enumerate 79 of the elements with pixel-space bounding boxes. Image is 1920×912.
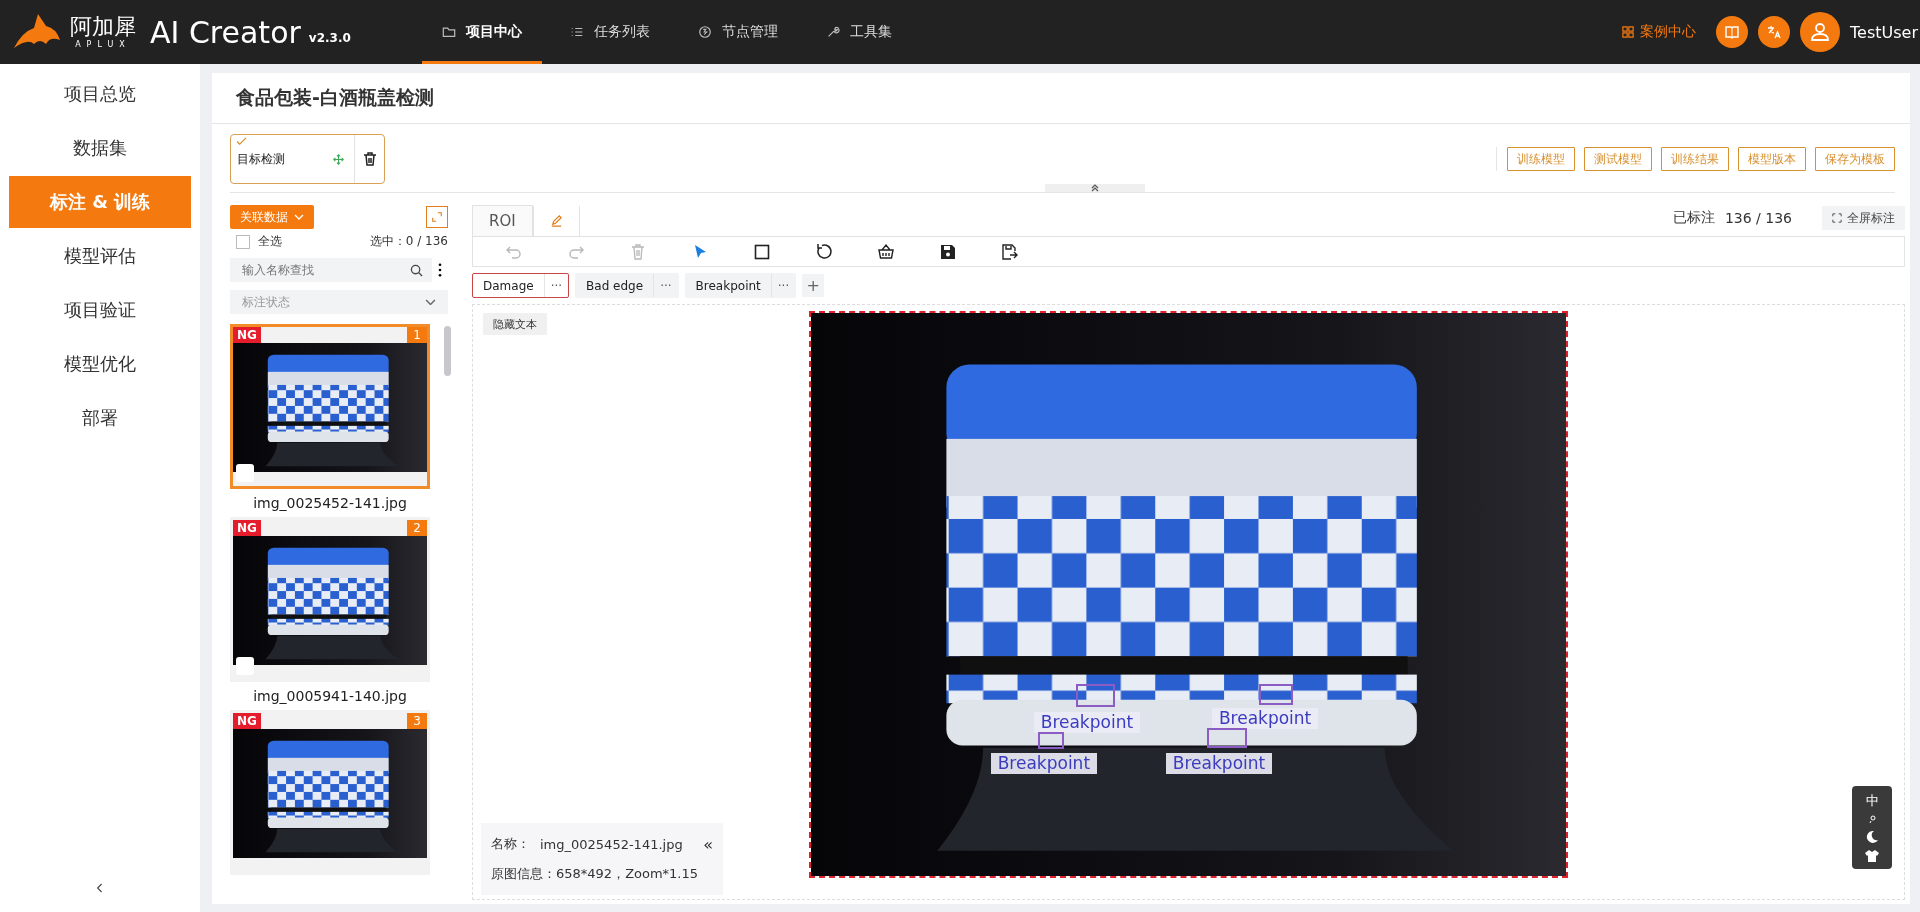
folder-icon: [442, 25, 456, 39]
selection-count: 选中：0 / 136: [369, 233, 448, 250]
image-meta: 原图信息：658*492，Zoom*1.15: [491, 865, 699, 883]
version-text: v2.3.0: [308, 31, 351, 45]
ng-badge: NG: [233, 713, 261, 729]
scrollbar[interactable]: [444, 326, 451, 376]
moon-icon[interactable]: [1865, 830, 1879, 844]
annotation-box[interactable]: [1038, 732, 1064, 750]
annotation-label: Breakpoint: [990, 753, 1098, 775]
thumbnail-card[interactable]: NG 1: [230, 324, 430, 489]
task-label: 目标检测: [237, 150, 285, 168]
more-icon[interactable]: [438, 263, 442, 277]
label-chip[interactable]: Bad edge ···: [575, 273, 679, 298]
label-chip[interactable]: Breakpoint ···: [684, 273, 797, 298]
trash-icon: [361, 151, 378, 167]
user-name[interactable]: TestUser: [1850, 22, 1918, 42]
select-all-label: 全选: [258, 233, 282, 250]
sidebar-item[interactable]: 项目总览: [9, 68, 191, 120]
nav-tab[interactable]: 节点管理: [678, 0, 798, 64]
nav-tab[interactable]: 项目中心: [422, 0, 542, 64]
add-label-button[interactable]: +: [802, 274, 825, 297]
nav-tab[interactable]: 任务列表: [550, 0, 670, 64]
thumbnail-checkbox[interactable]: [236, 657, 254, 675]
task-card[interactable]: 目标检测: [230, 134, 385, 184]
app-name: AI Creator: [150, 14, 301, 50]
collapse-handle[interactable]: [1045, 184, 1145, 192]
page-title: 食品包装-白酒瓶盖检测: [236, 85, 434, 110]
number-badge: 3: [407, 713, 427, 729]
thumbnail-card[interactable]: NG 3: [230, 710, 430, 875]
search-icon: [410, 264, 423, 277]
punctuation-icon[interactable]: [1867, 815, 1877, 825]
search-field[interactable]: 输入名称查找: [230, 258, 432, 282]
roi-tab[interactable]: ROI: [472, 205, 533, 236]
book-icon-button[interactable]: [1716, 16, 1748, 48]
collapse-button[interactable]: «: [703, 834, 713, 854]
annotation-label: Breakpoint: [1211, 708, 1319, 730]
annotated-label: 已标注: [1672, 209, 1715, 227]
wrench-icon: [826, 25, 840, 39]
name-label: 名称：: [491, 835, 530, 853]
grid-icon: [1622, 26, 1634, 38]
file-name: img_0025452-141.jpg: [252, 494, 408, 513]
translate-icon: [1766, 24, 1782, 40]
avatar-icon[interactable]: [1800, 12, 1840, 52]
fullscreen-button[interactable]: 全屏标注: [1822, 206, 1905, 230]
image-name: img_0025452-141.jpg: [540, 836, 683, 852]
thumbnail-checkbox[interactable]: [236, 464, 254, 482]
sidebar-item[interactable]: 项目验证: [9, 284, 191, 336]
move-icon[interactable]: [333, 153, 344, 165]
translate-icon-button[interactable]: [1758, 16, 1790, 48]
annotation-label: Breakpoint: [1165, 753, 1273, 775]
caret-icon: [425, 298, 436, 306]
select-all-checkbox[interactable]: [236, 234, 250, 249]
hide-text-button[interactable]: 隐藏文本: [483, 313, 547, 335]
sidebar-item[interactable]: 模型评估: [9, 230, 191, 282]
node-icon: [698, 25, 712, 39]
nav-tab[interactable]: 工具集: [806, 0, 912, 64]
language-toggle[interactable]: 中: [1865, 792, 1879, 810]
number-badge: 2: [407, 520, 427, 536]
sidebar-item[interactable]: 模型优化: [9, 338, 191, 390]
label-chip[interactable]: Damage ···: [472, 273, 570, 298]
thumbnail-card[interactable]: NG 2: [230, 517, 430, 682]
sidebar-item[interactable]: 部署: [9, 392, 191, 444]
expand-icon[interactable]: [426, 206, 448, 228]
number-badge: 1: [407, 327, 427, 343]
file-name: img_0005941-140.jpg: [252, 687, 408, 706]
book-icon: [1724, 24, 1740, 40]
ng-badge: NG: [233, 520, 261, 536]
ng-badge: NG: [233, 327, 261, 343]
collapse-icon[interactable]: [96, 882, 104, 894]
annotated-count: 136 / 136: [1724, 210, 1792, 226]
pencil-icon: [549, 213, 563, 227]
caret-icon: [294, 214, 304, 220]
logo-subtext: APLUX: [75, 40, 131, 49]
sidebar-item[interactable]: 数据集: [9, 122, 191, 174]
case-center-link[interactable]: 案例中心: [1616, 22, 1702, 42]
shirt-icon[interactable]: [1865, 849, 1879, 863]
list-icon: [570, 25, 584, 39]
fullscreen-icon: [1832, 213, 1842, 223]
logo-text: 阿加犀: [70, 15, 136, 38]
